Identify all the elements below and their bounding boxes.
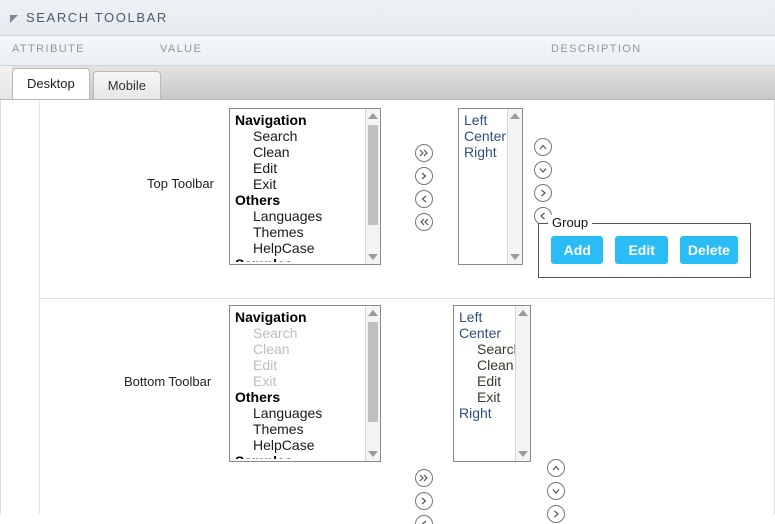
chevron-up-icon[interactable] — [534, 138, 552, 156]
list-item[interactable]: Themes — [235, 224, 365, 240]
edit-button[interactable]: Edit — [615, 236, 668, 264]
transfer-buttons-bottom — [415, 469, 433, 524]
list-item[interactable]: Clean — [459, 357, 515, 373]
list-item[interactable]: Search — [235, 128, 365, 144]
list-item[interactable]: Edit — [459, 373, 515, 389]
list-item[interactable]: HelpCase — [235, 240, 365, 256]
delete-button[interactable]: Delete — [679, 236, 738, 264]
source-list-bottom-scrollbar[interactable] — [365, 306, 380, 461]
scroll-down-icon[interactable] — [368, 451, 378, 457]
source-list-top[interactable]: Navigation Search Clean Edit Exit Others… — [229, 108, 381, 265]
double-chevron-right-icon[interactable] — [415, 469, 433, 487]
group-legend: Group — [548, 215, 593, 230]
scroll-down-icon[interactable] — [518, 451, 528, 457]
scroll-down-icon[interactable] — [368, 254, 378, 260]
chevron-left-icon[interactable] — [415, 190, 433, 208]
column-header-row: ATTRIBUTE VALUE DESCRIPTION — [0, 36, 775, 66]
list-item[interactable]: Right — [459, 405, 515, 421]
list-item[interactable]: Exit — [235, 176, 365, 192]
target-list-bottom-scrollbar[interactable] — [515, 306, 530, 461]
list-item[interactable]: Search — [459, 341, 515, 357]
scroll-up-icon[interactable] — [510, 113, 520, 119]
scroll-up-icon[interactable] — [368, 113, 378, 119]
target-list-bottom[interactable]: Left Center Search Clean Edit Exit Right — [453, 305, 531, 462]
list-item[interactable]: Clean — [235, 144, 365, 160]
tab-strip: Desktop Mobile — [0, 66, 775, 100]
list-item[interactable]: Left — [459, 309, 515, 325]
list-item[interactable]: Others — [235, 192, 365, 208]
chevron-right-icon[interactable] — [415, 167, 433, 185]
column-header-description: DESCRIPTION — [551, 43, 642, 55]
triangle-collapse-icon[interactable] — [10, 14, 18, 23]
list-item[interactable]: Left — [464, 112, 507, 128]
row-label-bottom-toolbar: Bottom Toolbar — [124, 374, 212, 389]
list-item[interactable]: HelpCase — [235, 437, 365, 453]
tab-desktop[interactable]: Desktop — [12, 68, 90, 99]
list-item[interactable]: Center — [459, 325, 515, 341]
list-item[interactable]: Languages — [235, 208, 365, 224]
list-item[interactable]: Navigation — [235, 309, 365, 325]
list-item[interactable]: Others — [235, 389, 365, 405]
list-item: Search — [253, 325, 298, 341]
column-header-attribute: ATTRIBUTE — [12, 43, 85, 55]
list-item[interactable]: Center — [464, 128, 507, 144]
double-chevron-left-icon[interactable] — [415, 213, 433, 231]
list-item[interactable]: Samples — [235, 256, 365, 262]
target-list-bottom-items: Left Center Search Clean Edit Exit Right — [454, 306, 515, 461]
column-header-value: VALUE — [160, 43, 203, 55]
list-item[interactable]: Themes — [235, 421, 365, 437]
toolbar-row-bottom: Bottom Toolbar Navigation Search Clean E… — [1, 299, 774, 524]
row-label-top-toolbar: Top Toolbar — [147, 176, 214, 191]
list-item[interactable]: Right — [464, 144, 507, 160]
list-item[interactable]: Exit — [459, 389, 515, 405]
scroll-down-icon[interactable] — [510, 254, 520, 260]
scroll-up-icon[interactable] — [518, 310, 528, 316]
tab-mobile[interactable]: Mobile — [92, 71, 161, 99]
double-chevron-right-icon[interactable] — [415, 144, 433, 162]
list-item[interactable]: Samples — [235, 453, 365, 459]
source-list-top-scrollbar[interactable] — [365, 109, 380, 264]
chevron-up-icon[interactable] — [547, 459, 565, 477]
source-list-bottom[interactable]: Navigation Search Clean Edit Exit Others… — [229, 305, 381, 462]
list-item[interactable]: Edit — [235, 160, 365, 176]
list-item: Edit — [253, 357, 278, 373]
page-title: SEARCH TOOLBAR — [26, 10, 168, 25]
list-item[interactable]: Navigation — [235, 112, 365, 128]
source-list-bottom-items: Navigation Search Clean Edit Exit Others… — [230, 306, 365, 461]
source-list-top-items: Navigation Search Clean Edit Exit Others… — [230, 109, 365, 264]
chevron-right-icon[interactable] — [534, 184, 552, 202]
group-buttons-top: Add Edit Delete — [539, 224, 750, 276]
chevron-right-icon[interactable] — [415, 492, 433, 510]
list-item[interactable]: Languages — [235, 405, 365, 421]
chevron-left-icon[interactable] — [415, 515, 433, 524]
target-list-top-scrollbar[interactable] — [507, 109, 522, 264]
tab-content-panel: Top Toolbar Navigation Search Clean Edit… — [0, 100, 775, 524]
scrollbar-thumb[interactable] — [368, 322, 378, 422]
order-buttons-bottom — [547, 459, 565, 524]
scroll-up-icon[interactable] — [368, 310, 378, 316]
section-header[interactable]: SEARCH TOOLBAR — [0, 0, 775, 36]
transfer-buttons-top — [415, 144, 433, 236]
group-fieldset-top: Group Add Edit Delete — [538, 215, 751, 278]
add-button[interactable]: Add — [551, 236, 604, 264]
list-item: Clean — [253, 341, 290, 357]
list-item: Exit — [253, 373, 277, 389]
target-list-top[interactable]: Left Center Right — [458, 108, 523, 265]
toolbar-row-top: Top Toolbar Navigation Search Clean Edit… — [1, 100, 774, 298]
chevron-right-icon[interactable] — [547, 505, 565, 523]
scrollbar-thumb[interactable] — [368, 125, 378, 225]
chevron-down-icon[interactable] — [534, 161, 552, 179]
chevron-down-icon[interactable] — [547, 482, 565, 500]
target-list-top-items: Left Center Right — [459, 109, 507, 264]
